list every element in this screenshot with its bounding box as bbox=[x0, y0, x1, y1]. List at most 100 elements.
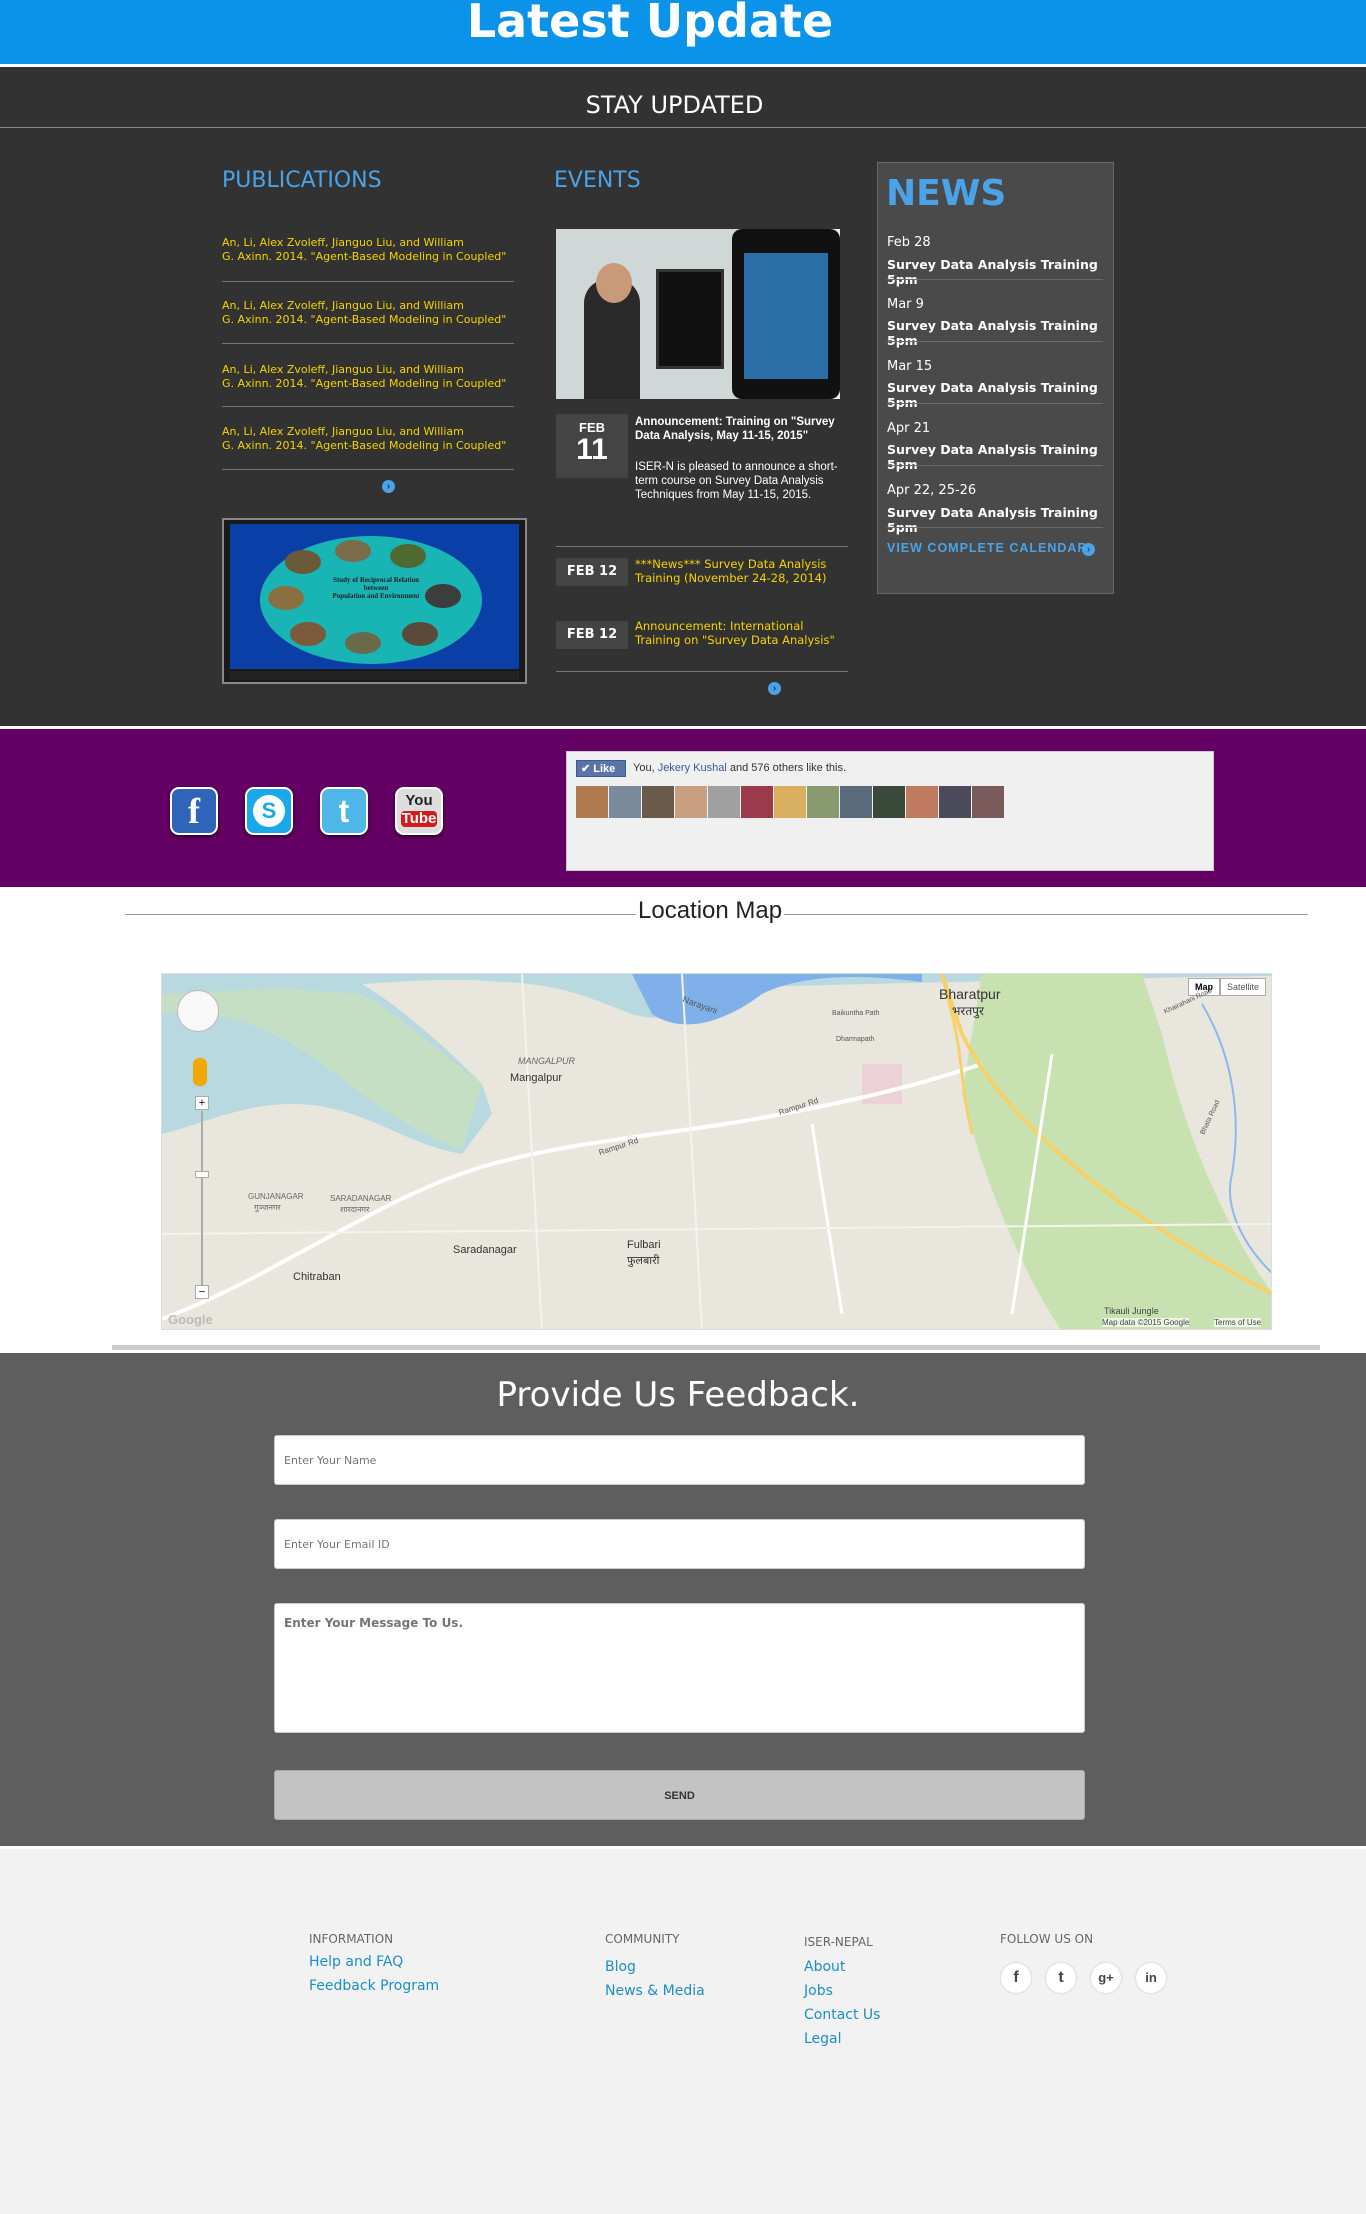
skype-icon[interactable]: S bbox=[245, 787, 293, 835]
pegman-icon[interactable] bbox=[193, 1058, 207, 1086]
banner-title: Latest Update bbox=[466, 0, 834, 48]
twitter-icon[interactable]: t bbox=[1046, 1963, 1076, 1993]
news-item[interactable]: Survey Data Analysis Training 5pm bbox=[887, 442, 1113, 472]
zoom-handle[interactable] bbox=[195, 1171, 209, 1178]
publication-line: An, Li, Alex Zvoleff, Jianguo Liu, and W… bbox=[222, 236, 464, 249]
footer-link-about[interactable]: About bbox=[804, 1959, 845, 1975]
top-banner: Latest Update bbox=[0, 0, 1366, 64]
message-textarea[interactable] bbox=[274, 1603, 1085, 1733]
twitter-icon[interactable]: t bbox=[320, 787, 368, 835]
like-name-link[interactable]: Jekery Kushal bbox=[658, 762, 727, 774]
send-button[interactable]: SEND bbox=[274, 1770, 1085, 1820]
location-map-section: Location Map + − Map Satellite Bharatpur… bbox=[0, 887, 1366, 1353]
divider bbox=[0, 127, 1366, 128]
news-item[interactable]: Survey Data Analysis Training 5pm bbox=[887, 257, 1113, 287]
news-date: Mar 15 bbox=[887, 359, 933, 374]
map-label: गुञ्जनगर bbox=[254, 1203, 281, 1212]
stay-updated-section: STAY UPDATED PUBLICATIONS An, Li, Alex Z… bbox=[0, 64, 1366, 726]
map-label: Saradanagar bbox=[453, 1244, 517, 1256]
view-calendar-link[interactable]: VIEW COMPLETE CALENDAR bbox=[887, 541, 1087, 555]
avatar[interactable] bbox=[906, 786, 938, 818]
event-link[interactable]: Announcement: International Training on … bbox=[635, 619, 850, 647]
terms-link[interactable]: Terms of Use bbox=[1214, 1318, 1262, 1327]
facebook-icon[interactable]: f bbox=[170, 787, 218, 835]
email-input[interactable] bbox=[274, 1519, 1085, 1569]
skype-glyph: S bbox=[253, 795, 285, 827]
satellite-type-button[interactable]: Satellite bbox=[1220, 978, 1266, 996]
avatar[interactable] bbox=[972, 786, 1004, 818]
news-date: Mar 9 bbox=[887, 297, 924, 312]
linkedin-icon[interactable]: in bbox=[1136, 1963, 1166, 1993]
avatar[interactable] bbox=[675, 786, 707, 818]
footer-link-legal[interactable]: Legal bbox=[804, 2031, 842, 2047]
divider bbox=[222, 469, 514, 470]
calendar-arrow-icon[interactable]: › bbox=[1082, 543, 1095, 556]
event-title[interactable]: Announcement: Training on "Survey Data A… bbox=[635, 415, 850, 443]
like-button[interactable]: ✔ Like bbox=[576, 760, 626, 777]
footer-link-contact[interactable]: Contact Us bbox=[804, 2007, 880, 2023]
event-link[interactable]: ***News*** Survey Data Analysis Training… bbox=[635, 557, 850, 585]
avatar[interactable] bbox=[642, 786, 674, 818]
video-controls[interactable] bbox=[230, 671, 519, 680]
map-label: MANGALPUR bbox=[518, 1056, 576, 1066]
avatar[interactable] bbox=[873, 786, 905, 818]
google-plus-icon[interactable]: g+ bbox=[1091, 1963, 1121, 1993]
like-rest: and 576 others like this. bbox=[729, 762, 847, 774]
news-panel: NEWS Feb 28 Survey Data Analysis Trainin… bbox=[877, 162, 1114, 594]
events-heading: EVENTS bbox=[554, 168, 641, 193]
news-item[interactable]: Survey Data Analysis Training 5pm bbox=[887, 380, 1113, 410]
zoom-out-button[interactable]: − bbox=[195, 1285, 209, 1299]
avatar[interactable] bbox=[741, 786, 773, 818]
avatar[interactable] bbox=[939, 786, 971, 818]
phone bbox=[732, 229, 840, 399]
news-item[interactable]: Survey Data Analysis Training 5pm bbox=[887, 505, 1113, 535]
footer-link-help[interactable]: Help and FAQ bbox=[309, 1954, 403, 1970]
footer-link-news[interactable]: News & Media bbox=[605, 1983, 705, 1999]
map-label: Baikuntha Path bbox=[832, 1010, 880, 1017]
avatar[interactable] bbox=[576, 786, 608, 818]
zoom-in-button[interactable]: + bbox=[195, 1096, 209, 1110]
divider bbox=[887, 341, 1103, 342]
publication-line: An, Li, Alex Zvoleff, Jianguo Liu, and W… bbox=[222, 299, 464, 312]
publication-item[interactable]: An, Li, Alex Zvoleff, Jianguo Liu, and W… bbox=[222, 299, 522, 327]
event-day: 11 bbox=[576, 433, 608, 466]
publication-line: G. Axinn. 2014. "Agent-Based Modeling in… bbox=[222, 313, 507, 326]
video-player[interactable]: Study of Reciprocal Relation between Pop… bbox=[222, 518, 527, 684]
photo-bubble bbox=[290, 622, 326, 646]
divider bbox=[887, 465, 1103, 466]
pan-control[interactable] bbox=[177, 990, 219, 1032]
publication-item[interactable]: An, Li, Alex Zvoleff, Jianguo Liu, and W… bbox=[222, 236, 522, 264]
publication-item[interactable]: An, Li, Alex Zvoleff, Jianguo Liu, and W… bbox=[222, 425, 522, 453]
facebook-icon[interactable]: f bbox=[1001, 1963, 1031, 1993]
event-date-badge: FEB 11 bbox=[556, 414, 628, 478]
news-item[interactable]: Survey Data Analysis Training 5pm bbox=[887, 318, 1113, 348]
avatar[interactable] bbox=[708, 786, 740, 818]
news-date: Feb 28 bbox=[887, 235, 931, 250]
youtube-icon[interactable]: You Tube bbox=[395, 787, 443, 835]
footer-link-blog[interactable]: Blog bbox=[605, 1959, 636, 1975]
map-bottom-bar bbox=[112, 1345, 1320, 1350]
map-attribution: Map data ©2015 Google bbox=[1102, 1318, 1190, 1327]
photo-bubble bbox=[390, 544, 426, 568]
publication-line: An, Li, Alex Zvoleff, Jianguo Liu, and W… bbox=[222, 425, 464, 438]
more-arrow-icon[interactable]: › bbox=[382, 480, 395, 493]
footer-link-feedback[interactable]: Feedback Program bbox=[309, 1978, 439, 1994]
publication-item[interactable]: An, Li, Alex Zvoleff, Jianguo Liu, and W… bbox=[222, 363, 522, 391]
more-arrow-icon[interactable]: › bbox=[768, 682, 781, 695]
photo-bubble bbox=[268, 586, 304, 610]
google-logo[interactable]: Google bbox=[168, 1312, 213, 1327]
feedback-title: Provide Us Feedback. bbox=[496, 1375, 860, 1415]
like-summary: You, Jekery Kushal and 576 others like t… bbox=[633, 762, 846, 774]
google-map[interactable]: + − Map Satellite Bharatpur भरतपुर MANGA… bbox=[161, 973, 1272, 1330]
avatar[interactable] bbox=[609, 786, 641, 818]
avatar[interactable] bbox=[807, 786, 839, 818]
avatar[interactable] bbox=[840, 786, 872, 818]
name-input[interactable] bbox=[274, 1435, 1085, 1485]
like-you: You, bbox=[633, 762, 655, 774]
zoom-slider[interactable] bbox=[201, 1111, 203, 1286]
avatar[interactable] bbox=[774, 786, 806, 818]
photo-bubble bbox=[425, 584, 461, 608]
publication-line: G. Axinn. 2014. "Agent-Based Modeling in… bbox=[222, 377, 507, 390]
footer-link-jobs[interactable]: Jobs bbox=[804, 1983, 833, 1999]
event-date: FEB 12 bbox=[556, 621, 628, 649]
